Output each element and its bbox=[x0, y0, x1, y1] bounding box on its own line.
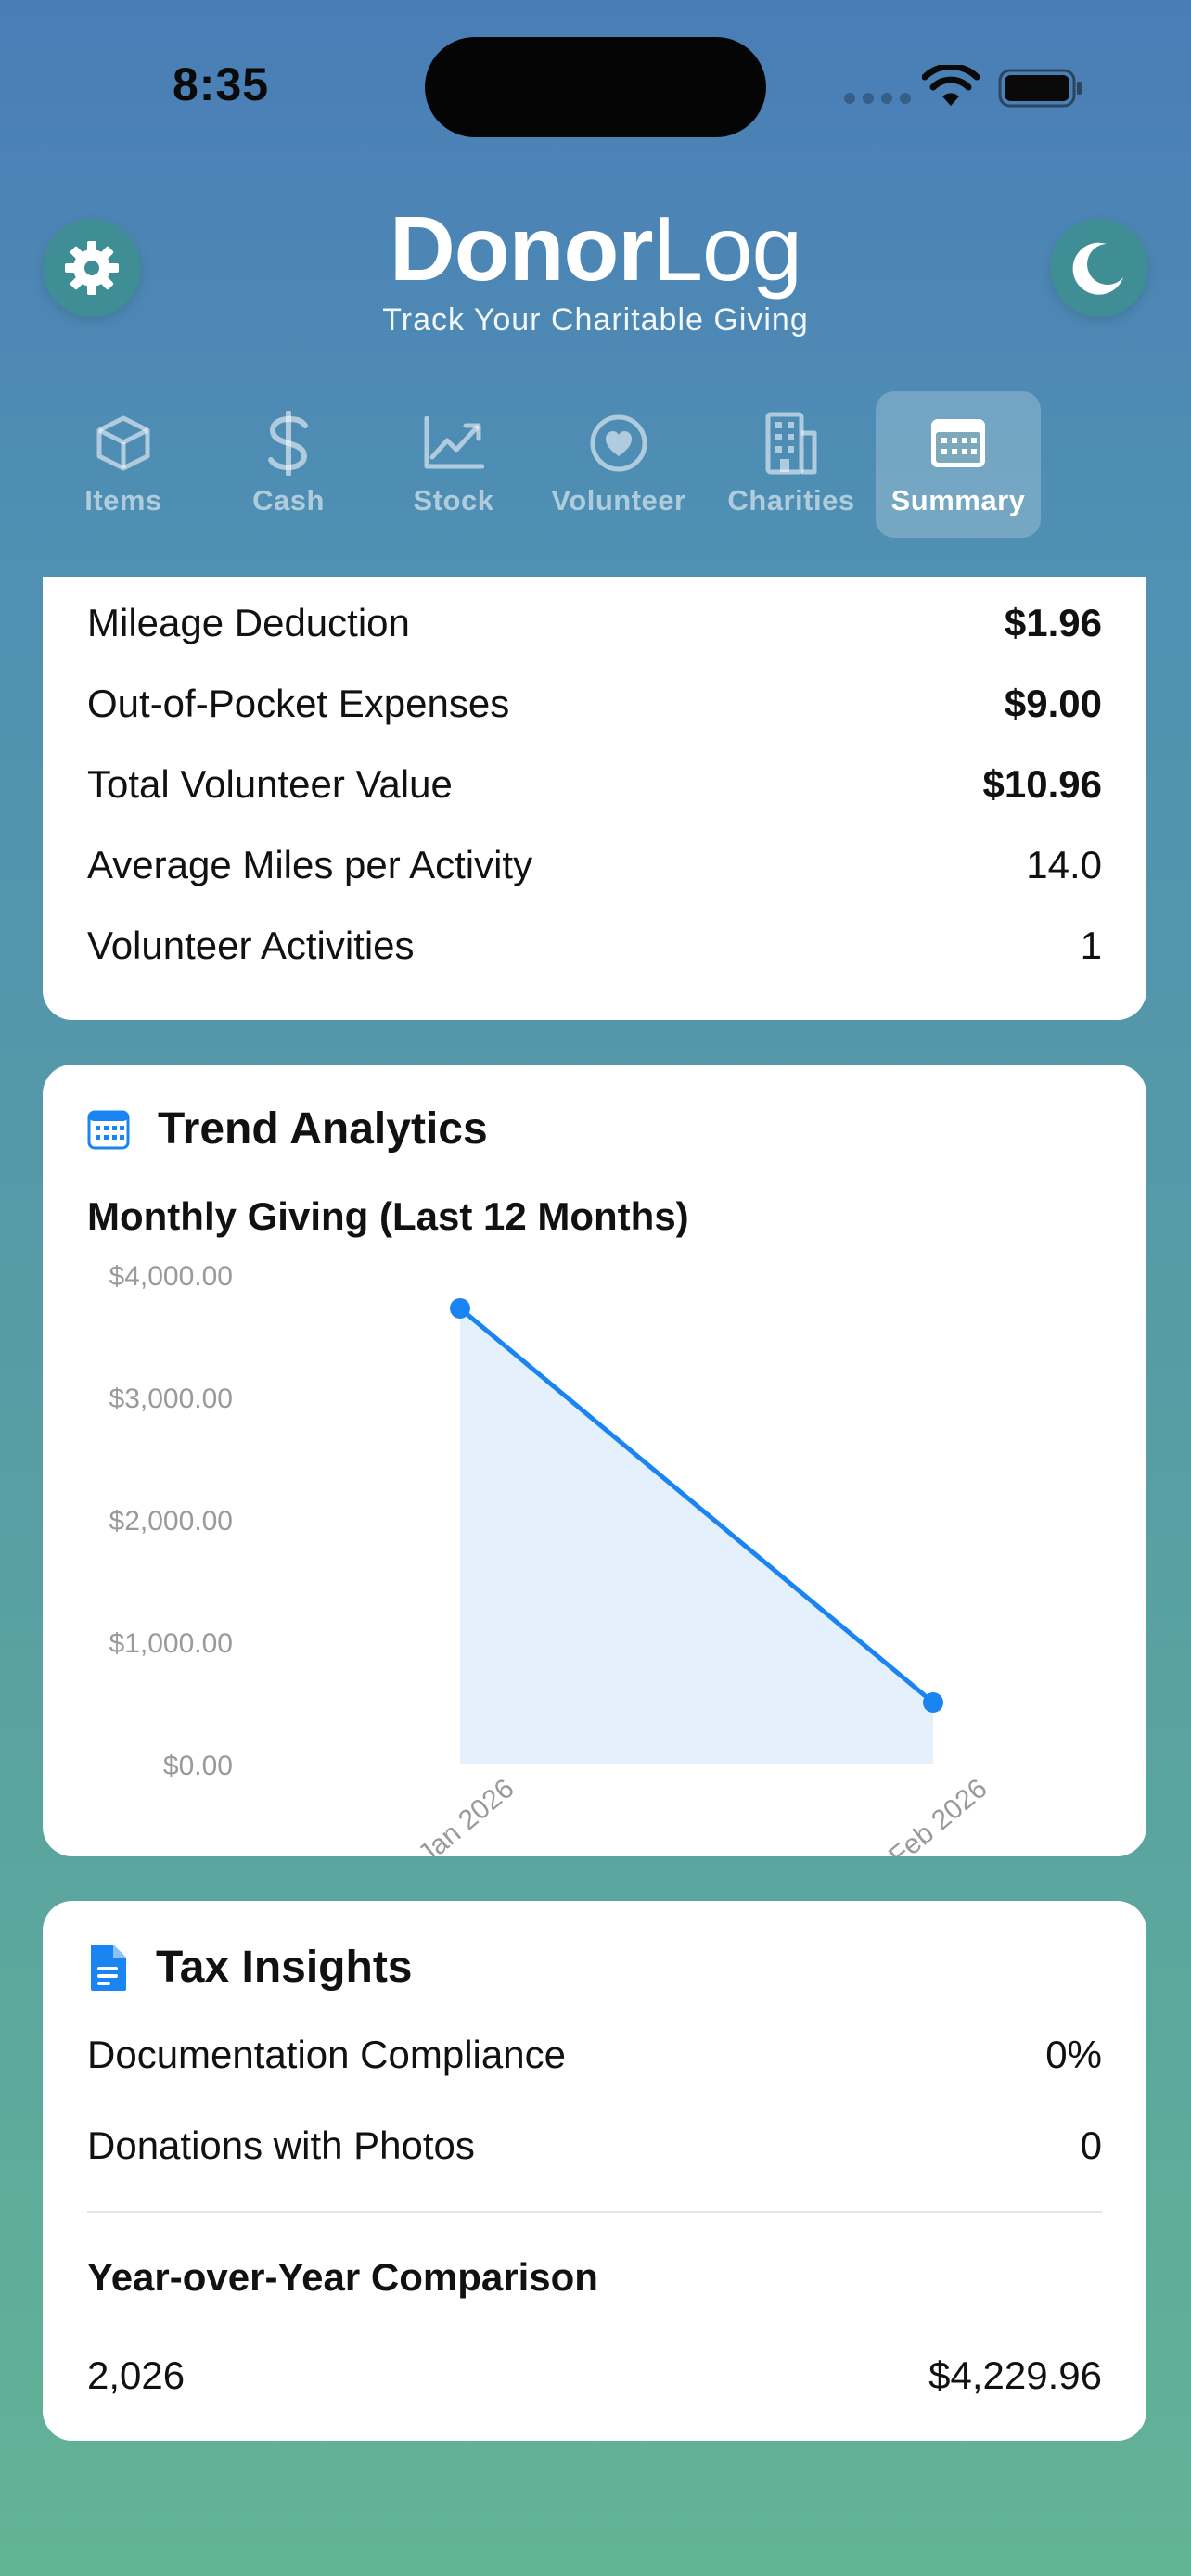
wifi-icon bbox=[921, 63, 980, 112]
monthly-giving-chart: $0.00 $1,000.00 $2,000.00 $3,000.00 $4,000.0… bbox=[109, 1261, 993, 1856]
tab-label: Cash bbox=[252, 484, 325, 516]
divider bbox=[87, 2211, 1102, 2213]
summary-row: Total Volunteer Value $10.96 bbox=[87, 762, 1102, 807]
x-tick-label: Jan 2026 bbox=[413, 1773, 520, 1856]
tab-bar: Items Cash Stock Volunteer Charities Sum… bbox=[41, 391, 1061, 540]
row-value: 14.0 bbox=[1026, 843, 1102, 886]
dynamic-island bbox=[425, 37, 766, 137]
tab-label: Summary bbox=[890, 484, 1026, 516]
volunteer-summary-card: Mileage Deduction $1.96 Out-of-Pocket Ex… bbox=[43, 577, 1146, 1020]
data-point bbox=[450, 1297, 470, 1319]
summary-row: Out-of-Pocket Expenses $9.00 bbox=[87, 682, 1102, 726]
y-tick-label: $1,000.00 bbox=[109, 1628, 233, 1659]
y-tick-label: $3,000.00 bbox=[109, 1384, 233, 1414]
tax-insights-card: Tax Insights Documentation Compliance 0%… bbox=[43, 1901, 1146, 2441]
tax-row: Donations with Photos 0 bbox=[87, 2123, 1102, 2168]
row-value: 0 bbox=[1080, 2123, 1102, 2167]
document-icon bbox=[87, 1943, 128, 1993]
tab-charities[interactable]: Charities bbox=[709, 391, 874, 538]
tab-cash[interactable]: Cash bbox=[206, 391, 371, 538]
tab-label: Charities bbox=[727, 484, 855, 516]
tab-items[interactable]: Items bbox=[41, 391, 206, 538]
app-title: DonorLog bbox=[389, 198, 802, 300]
tab-volunteer[interactable]: Volunteer bbox=[536, 391, 701, 538]
row-value: 0% bbox=[1045, 2033, 1102, 2076]
row-label: Average Miles per Activity bbox=[87, 843, 533, 886]
data-point bbox=[923, 1692, 943, 1713]
tax-heading-text: Tax Insights bbox=[156, 1943, 413, 1992]
heart-icon bbox=[588, 410, 649, 477]
area-fill bbox=[460, 1307, 933, 1764]
row-value: $1.96 bbox=[1004, 601, 1102, 644]
y-tick-label: $4,000.00 bbox=[109, 1261, 233, 1292]
dollar-icon bbox=[266, 410, 311, 477]
trend-analytics-card: Trend Analytics Monthly Giving (Last 12 … bbox=[43, 1065, 1146, 1856]
yoy-row: 2,026 $4,229.96 bbox=[87, 2353, 1102, 2398]
moon-icon bbox=[1072, 242, 1123, 295]
summary-row: Mileage Deduction $1.96 bbox=[87, 601, 1102, 645]
status-time: 8:35 bbox=[173, 58, 270, 110]
row-label: Total Volunteer Value bbox=[87, 762, 453, 806]
tax-heading: Tax Insights bbox=[87, 1942, 413, 1993]
row-label: 2,026 bbox=[87, 2353, 186, 2397]
chart-line-icon bbox=[423, 410, 484, 477]
app-subtitle: Track Your Charitable Giving bbox=[382, 302, 809, 338]
tab-label: Stock bbox=[413, 484, 494, 516]
tab-stock[interactable]: Stock bbox=[371, 391, 536, 538]
tax-row: Documentation Compliance 0% bbox=[87, 2033, 1102, 2077]
summary-row: Average Miles per Activity 14.0 bbox=[87, 843, 1102, 887]
battery-icon bbox=[998, 69, 1083, 112]
row-label: Documentation Compliance bbox=[87, 2033, 566, 2076]
dark-mode-toggle[interactable] bbox=[1050, 219, 1148, 317]
signal-dots-icon bbox=[844, 93, 911, 104]
row-value: $10.96 bbox=[982, 762, 1102, 806]
tab-label: Items bbox=[84, 484, 162, 516]
building-icon bbox=[764, 410, 818, 477]
summary-row: Volunteer Activities 1 bbox=[87, 924, 1102, 968]
row-value: $4,229.96 bbox=[928, 2353, 1102, 2397]
tab-summary[interactable]: Summary bbox=[876, 391, 1041, 538]
calendar-icon bbox=[929, 410, 987, 477]
box-icon bbox=[94, 410, 153, 477]
row-label: Out-of-Pocket Expenses bbox=[87, 682, 510, 725]
y-tick-label: $2,000.00 bbox=[109, 1506, 233, 1537]
row-label: Volunteer Activities bbox=[87, 924, 415, 967]
row-label: Donations with Photos bbox=[87, 2123, 475, 2167]
tab-label: Volunteer bbox=[551, 484, 686, 516]
row-value: 1 bbox=[1080, 924, 1102, 967]
x-tick-label: Feb 2026 bbox=[883, 1773, 992, 1856]
row-label: Mileage Deduction bbox=[87, 601, 410, 644]
y-tick-label: $0.00 bbox=[163, 1751, 233, 1781]
yoy-heading: Year-over-Year Comparison bbox=[87, 2255, 598, 2299]
row-value: $9.00 bbox=[1004, 682, 1102, 725]
